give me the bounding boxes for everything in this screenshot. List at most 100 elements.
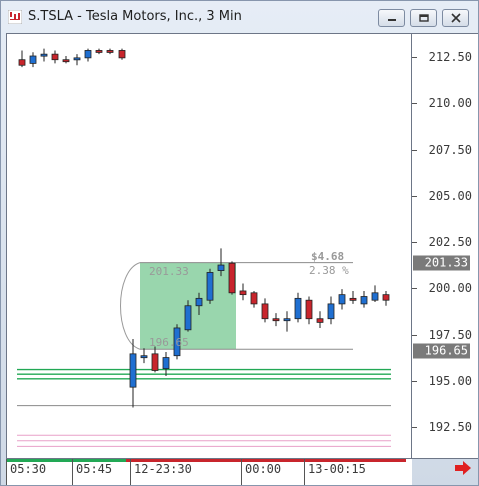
time-label: 12-23:30 (134, 462, 192, 476)
candle-down[interactable] (349, 290, 357, 304)
candle-body (239, 290, 247, 296)
minimize-button[interactable] (378, 9, 405, 27)
candlestick-chart[interactable] (7, 34, 411, 458)
time-label: 05:30 (10, 462, 47, 476)
chart-window: S.TSLA - Tesla Motors, Inc., 3 Min 201.3… (0, 0, 479, 486)
candle-body (327, 303, 335, 320)
candle-down[interactable] (51, 50, 59, 64)
candle-up[interactable] (360, 290, 368, 308)
candles (18, 48, 390, 408)
price-tick-label: 202.50 (428, 235, 472, 249)
candle-down[interactable] (305, 296, 313, 325)
current-price-badge: 201.33 (413, 255, 470, 271)
candle-up[interactable] (140, 348, 148, 364)
candle-down[interactable] (250, 290, 258, 308)
price-tick-mark (412, 149, 417, 151)
candle-body (349, 297, 357, 301)
measure-low-label: 196.65 (149, 336, 189, 349)
measure-percent-label: 2.38 % (309, 264, 349, 277)
candle-body (305, 299, 313, 320)
candle-body (118, 50, 126, 59)
price-tick-label: 195.00 (428, 373, 472, 388)
measure-bracket (120, 262, 141, 350)
candle-body (272, 318, 280, 322)
time-axis[interactable]: 05:30 05:45 12-23:30 00:00 13-00:15 (6, 459, 412, 485)
candle-body (62, 59, 70, 63)
price-tick-label: 197.50 (428, 327, 472, 342)
candle-up[interactable] (129, 339, 137, 408)
candle-down[interactable] (95, 48, 103, 55)
candle-up[interactable] (84, 48, 92, 62)
candle-body (51, 53, 59, 61)
title-bar[interactable]: S.TSLA - Tesla Motors, Inc., 3 Min (1, 1, 478, 33)
candle-down[interactable] (62, 56, 70, 64)
measure-low-badge: 196.65 (413, 343, 470, 359)
measure-change-label: $4.68 (311, 250, 345, 263)
candle-up[interactable] (294, 292, 302, 323)
candle-body (283, 318, 291, 322)
scroll-right-arrow-icon[interactable] (453, 459, 473, 477)
price-tick-label: 200.00 (428, 281, 472, 296)
candle-body (228, 262, 236, 294)
candle-body (84, 50, 92, 59)
minimize-icon (387, 19, 396, 21)
candle-body (73, 57, 81, 61)
candle-down[interactable] (382, 290, 390, 306)
candle-body (95, 50, 103, 53)
time-separator (6, 459, 7, 485)
candle-body (294, 297, 302, 320)
time-label: 00:00 (245, 462, 282, 476)
candle-down[interactable] (316, 311, 324, 328)
price-tick-mark (412, 380, 417, 382)
price-tick-mark (412, 195, 417, 197)
candle-body (360, 296, 368, 305)
candle-body (261, 303, 269, 320)
price-tick-mark (412, 103, 417, 105)
time-separator (241, 459, 242, 485)
candle-body (140, 355, 148, 359)
chart-app-icon (8, 10, 22, 24)
candle-body (195, 297, 203, 307)
candle-up[interactable] (29, 52, 37, 68)
price-tick-mark (412, 427, 417, 428)
chart-plot-area[interactable]: 201.33 196.65 $4.68 2.38 % (6, 33, 412, 459)
candle-down[interactable] (272, 313, 280, 327)
price-tick-label: 192.50 (428, 420, 472, 434)
candle-body (151, 353, 159, 371)
candle-down[interactable] (228, 261, 236, 295)
candle-body (40, 53, 48, 57)
candle-up[interactable] (40, 48, 48, 62)
candle-down[interactable] (106, 48, 114, 55)
price-tick-mark (412, 242, 417, 243)
measure-high-label: 201.33 (149, 265, 189, 278)
candle-body (206, 272, 214, 301)
time-label: 05:45 (76, 462, 113, 476)
candle-up[interactable] (73, 54, 81, 66)
candle-up[interactable] (206, 268, 214, 304)
horizontal-levels (17, 368, 391, 447)
candle-down[interactable] (118, 48, 126, 60)
restore-button[interactable] (410, 9, 437, 27)
close-button[interactable] (442, 9, 469, 27)
time-separator (130, 459, 131, 485)
candle-body (382, 294, 390, 301)
restore-icon (418, 14, 429, 22)
price-axis[interactable]: 212.50 210.00 207.50 205.00 202.50 200.00 197.… (412, 33, 478, 459)
candle-up[interactable] (162, 352, 170, 377)
candle-up[interactable] (371, 285, 379, 303)
candle-down[interactable] (261, 298, 269, 323)
candle-up[interactable] (283, 311, 291, 332)
price-tick-label: 205.00 (428, 188, 472, 203)
candle-body (29, 55, 37, 64)
candle-body (250, 292, 258, 305)
candle-down[interactable] (239, 283, 247, 301)
time-separator (72, 459, 73, 485)
candle-up[interactable] (338, 289, 346, 310)
candle-body (184, 305, 192, 331)
price-tick-mark (412, 334, 417, 336)
candle-down[interactable] (151, 346, 159, 373)
candle-body (371, 292, 379, 301)
candle-up[interactable] (327, 296, 335, 325)
candle-down[interactable] (18, 50, 26, 68)
price-tick-mark (412, 57, 417, 58)
